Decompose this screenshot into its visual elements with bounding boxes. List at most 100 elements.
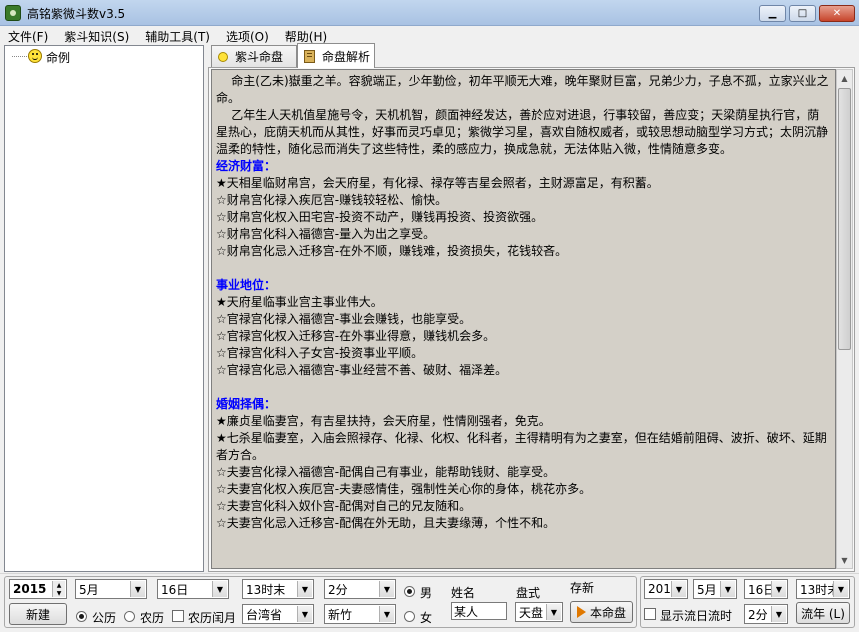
menu-knowledge[interactable]: 紫斗知识(S) (56, 26, 137, 44)
chart-style-select[interactable]: 天盘 ▼ (515, 602, 563, 622)
vertical-scrollbar[interactable]: ▲ ▼ (836, 69, 853, 569)
text-line: ★天府星临事业宫主事业伟大。 (216, 295, 383, 309)
chart-style-value: 天盘 (519, 605, 544, 620)
title-bar: 高铭紫微斗数v3.5 ▁ □ ✕ (0, 0, 859, 26)
text-line: ☆夫妻宫化忌入迁移宫-配偶在外无助，且夫妻缘薄，个性不和。 (216, 516, 556, 530)
intro-paragraph: 乙年生人天机值星施号令，天机机智，颜面神经发达，善於应对进退，行事较留，善应变；… (216, 108, 829, 156)
leap-month-label: 农历闰月 (188, 611, 237, 625)
gender-male-radio[interactable] (404, 586, 415, 597)
day-value: 16日 (161, 582, 189, 597)
flow-month-value: 5月 (697, 582, 717, 597)
text-line: ☆官禄宫化权入迁移宫-在外事业得意，赚钱机会多。 (216, 329, 496, 343)
name-value: 某人 (454, 604, 479, 619)
text-line: ★天相星临财帛宫，会天府星，有化禄、禄存等吉星会照者，主财源富足，有积蓄。 (216, 176, 659, 190)
text-line: ☆财帛宫化权入田宅宫-投资不动产，赚钱再投资、投资欲强。 (216, 210, 544, 224)
month-select[interactable]: 5月 ▼ (75, 579, 147, 599)
chevron-down-icon: ▼ (212, 581, 227, 597)
section-heading: 婚姻择偶： (216, 397, 277, 411)
new-button-label: 新建 (25, 607, 50, 622)
close-button[interactable]: ✕ (819, 5, 855, 22)
year-value: 2015 (13, 582, 47, 596)
text-line: ☆夫妻宫化禄入福德宫-配偶自己有事业，能帮助钱财、能享受。 (216, 465, 556, 479)
chevron-down-icon: ▼ (671, 581, 686, 597)
month-value: 5月 (79, 582, 99, 597)
sun-icon (218, 51, 228, 62)
spin-down-icon[interactable]: ▼ (53, 589, 65, 597)
chevron-down-icon: ▼ (379, 606, 394, 622)
hour-select[interactable]: 13时末 ▼ (242, 579, 314, 599)
tree-node-label[interactable]: 命例 (46, 49, 70, 66)
show-flow-label: 显示流日流时 (660, 609, 733, 623)
chevron-down-icon: ▼ (833, 581, 848, 597)
chevron-down-icon: ▼ (720, 581, 735, 597)
calendar-lunar-radio[interactable] (124, 611, 135, 622)
case-tree[interactable]: 命例 (4, 45, 204, 572)
minute-select[interactable]: 2分 ▼ (324, 579, 396, 599)
flow-hour-select[interactable]: 13时末 ▼ (796, 579, 850, 599)
flow-year-select[interactable]: 2016 ▼ (644, 579, 688, 599)
new-button[interactable]: 新建 (9, 603, 67, 625)
flow-day-select[interactable]: 16日 ▼ (744, 579, 788, 599)
close-icon: ✕ (832, 7, 842, 19)
scroll-down-icon[interactable]: ▼ (837, 552, 852, 568)
province-select[interactable]: 台湾省 ▼ (242, 604, 314, 624)
this-chart-button[interactable]: 本命盘 (570, 601, 633, 623)
tab-label: 紫斗命盘 (235, 50, 284, 64)
book-icon (304, 49, 315, 63)
play-icon (576, 606, 586, 618)
flow-year-button-label: 流年 (L) (801, 606, 845, 621)
chevron-down-icon: ▼ (379, 581, 394, 597)
chart-style-label: 盘式 (516, 586, 541, 600)
leap-month-checkbox[interactable] (172, 610, 184, 622)
minimize-button[interactable]: ▁ (759, 5, 786, 22)
scroll-thumb[interactable] (838, 88, 851, 350)
calendar-solar-radio[interactable] (76, 611, 87, 622)
app-icon (5, 5, 21, 21)
this-chart-label: 本命盘 (589, 605, 626, 620)
text-line: ☆夫妻宫化科入奴仆宫-配偶对自己的兄友随和。 (216, 499, 472, 513)
text-line: ☆官禄宫化禄入福德宫-事业会赚钱，也能享受。 (216, 312, 472, 326)
name-input[interactable]: 某人 (451, 602, 507, 620)
text-line: ★七杀星临妻室，入庙会照禄存、化禄、化权、化科者，主得精明有为之妻室，但在结婚前… (216, 431, 827, 462)
chevron-down-icon: ▼ (546, 604, 561, 620)
section-heading: 事业地位： (216, 278, 277, 292)
show-flow-checkbox[interactable] (644, 608, 656, 620)
text-line: ☆官禄宫化科入子女宫-投资事业平顺。 (216, 346, 424, 360)
maximize-icon: □ (797, 7, 808, 19)
chevron-down-icon: ▼ (297, 581, 312, 597)
tree-connector (12, 56, 29, 57)
analysis-text[interactable]: 命主(乙未)嶽重之羊。容貌端正，少年勤俭，初年平顺无大难，晚年聚财巨富，兄弟少力… (211, 69, 836, 569)
chevron-down-icon: ▼ (771, 606, 786, 622)
chevron-down-icon: ▼ (297, 606, 312, 622)
text-line: ☆夫妻宫化权入疾厄宫-夫妻感情佳，强制性关心你的身体，桃花亦多。 (216, 482, 592, 496)
spin-up-icon[interactable]: ▲ (53, 581, 65, 589)
year-spinner[interactable]: 2015 ▲ ▼ (9, 579, 67, 599)
chevron-down-icon: ▼ (771, 581, 786, 597)
tab-chart[interactable]: 紫斗命盘 (211, 45, 297, 67)
menu-options[interactable]: 选项(O) (218, 26, 277, 44)
minimize-icon: ▁ (768, 7, 777, 19)
gender-male-label: 男 (420, 586, 433, 600)
city-select[interactable]: 新竹 ▼ (324, 604, 396, 624)
day-select[interactable]: 16日 ▼ (157, 579, 229, 599)
scroll-up-icon[interactable]: ▲ (837, 70, 852, 86)
maximize-button[interactable]: □ (789, 5, 816, 22)
calendar-solar-label: 公历 (92, 611, 117, 625)
tab-analysis[interactable]: 命盘解析 (297, 43, 375, 68)
tab-label: 命盘解析 (322, 49, 371, 64)
province-value: 台湾省 (246, 607, 283, 622)
flow-year-button[interactable]: 流年 (L) (796, 602, 850, 624)
save-new-label[interactable]: 存新 (570, 579, 594, 596)
text-line: ★廉贞星临妻宫，有吉星扶持，会天府星，性情刚强者，免克。 (216, 414, 551, 428)
flow-month-select[interactable]: 5月 ▼ (693, 579, 737, 599)
menu-file[interactable]: 文件(F) (0, 26, 56, 44)
menu-tools[interactable]: 辅助工具(T) (137, 26, 218, 44)
menu-bar: 文件(F) 紫斗知识(S) 辅助工具(T) 选项(O) 帮助(H) (0, 26, 859, 44)
gender-female-radio[interactable] (404, 611, 415, 622)
gender-female-label: 女 (420, 611, 433, 625)
menu-help[interactable]: 帮助(H) (277, 26, 335, 44)
text-line: ☆财帛宫化禄入疾厄宫-赚钱较轻松、愉快。 (216, 193, 448, 207)
hour-value: 13时末 (246, 582, 286, 597)
flow-minute-select[interactable]: 2分 ▼ (744, 604, 788, 624)
bottom-separator (0, 573, 859, 574)
